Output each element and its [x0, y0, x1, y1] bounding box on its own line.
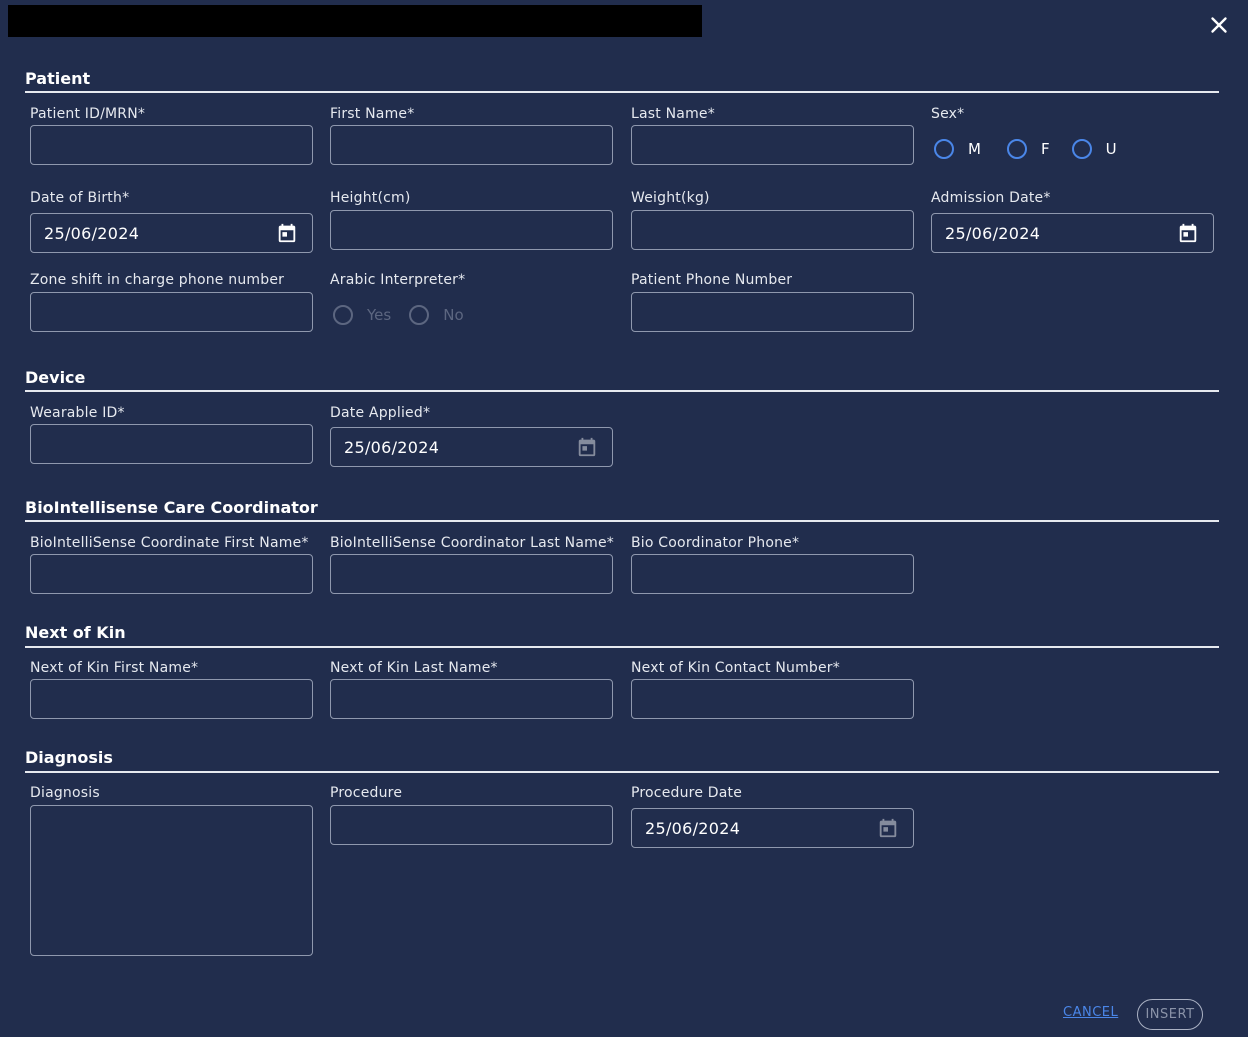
- kin-first-name-label: Next of Kin First Name*: [30, 660, 199, 676]
- date-applied-label: Date Applied*: [330, 405, 431, 421]
- wearable-id-label: Wearable ID*: [30, 405, 125, 421]
- patient-phone-input[interactable]: [631, 292, 914, 332]
- sex-label: Sex*: [931, 106, 965, 122]
- coordinator-phone-input[interactable]: [631, 554, 914, 594]
- dob-date-input[interactable]: 25/06/2024: [30, 213, 313, 253]
- first-name-label: First Name*: [330, 106, 415, 122]
- height-label: Height(cm): [330, 190, 411, 206]
- procedure-date-value: 25/06/2024: [645, 818, 741, 838]
- procedure-date-label: Procedure Date: [631, 785, 743, 801]
- section-title-patient: Patient: [25, 69, 91, 88]
- interpreter-label: Arabic Interpreter*: [330, 272, 466, 288]
- procedure-input[interactable]: [330, 805, 613, 845]
- kin-last-name-input[interactable]: [330, 679, 613, 719]
- sex-radio-m[interactable]: M: [934, 139, 981, 159]
- zone-phone-input[interactable]: [30, 292, 313, 332]
- kin-contact-input[interactable]: [631, 679, 914, 719]
- interpreter-radio-no[interactable]: No: [409, 305, 464, 325]
- coordinator-first-name-label: BioIntelliSense Coordinate First Name*: [30, 535, 309, 551]
- sex-radio-group: M F U: [934, 139, 1135, 159]
- radio-circle: [333, 305, 353, 325]
- last-name-input[interactable]: [631, 125, 914, 165]
- weight-label: Weight(kg): [631, 190, 710, 206]
- section-divider: [25, 771, 1219, 773]
- coordinator-phone-label: Bio Coordinator Phone*: [631, 535, 800, 551]
- admission-date-value: 25/06/2024: [945, 223, 1041, 243]
- radio-circle: [409, 305, 430, 325]
- date-applied-input[interactable]: 25/06/2024: [330, 427, 613, 467]
- first-name-input[interactable]: [330, 125, 613, 165]
- calendar-icon[interactable]: [576, 436, 598, 458]
- admission-date-input[interactable]: 25/06/2024: [931, 213, 1214, 253]
- sex-radio-f[interactable]: F: [1006, 139, 1050, 159]
- patient-id-input[interactable]: [30, 125, 313, 165]
- date-applied-value: 25/06/2024: [344, 437, 440, 457]
- calendar-icon[interactable]: [1177, 222, 1199, 244]
- section-title-kin: Next of Kin: [25, 623, 126, 642]
- close-icon: [1211, 17, 1227, 33]
- calendar-icon[interactable]: [877, 817, 899, 839]
- procedure-label: Procedure: [330, 785, 403, 801]
- section-divider: [25, 390, 1219, 392]
- radio-circle: [1006, 139, 1027, 159]
- radio-circle: [934, 139, 954, 159]
- interpreter-radio-group: Yes No: [333, 305, 482, 325]
- diagnosis-textarea[interactable]: [30, 805, 313, 956]
- section-title-diagnosis: Diagnosis: [25, 748, 113, 767]
- coordinator-first-name-input[interactable]: [30, 554, 313, 594]
- sex-radio-u[interactable]: U: [1071, 139, 1117, 159]
- weight-input[interactable]: [631, 210, 914, 250]
- wearable-id-input[interactable]: [30, 424, 313, 464]
- last-name-label: Last Name*: [631, 106, 715, 122]
- section-divider: [25, 91, 1219, 93]
- patient-phone-label: Patient Phone Number: [631, 272, 793, 288]
- coordinator-last-name-label: BioIntelliSense Coordinator Last Name*: [330, 535, 614, 551]
- calendar-icon[interactable]: [276, 222, 298, 244]
- kin-contact-label: Next of Kin Contact Number*: [631, 660, 840, 676]
- interpreter-radio-yes[interactable]: Yes: [333, 305, 391, 325]
- coordinator-last-name-input[interactable]: [330, 554, 613, 594]
- section-title-device: Device: [25, 368, 86, 387]
- insert-button[interactable]: INSERT: [1137, 999, 1203, 1030]
- section-divider: [25, 520, 1219, 522]
- dob-label: Date of Birth*: [30, 190, 130, 206]
- radio-circle: [1071, 139, 1092, 159]
- patient-id-label: Patient ID/MRN*: [30, 106, 146, 122]
- admission-date-label: Admission Date*: [931, 190, 1051, 206]
- zone-phone-label: Zone shift in charge phone number: [30, 272, 285, 288]
- section-title-coordinator: BioIntellisense Care Coordinator: [25, 498, 318, 517]
- cancel-button[interactable]: CANCEL: [1063, 1005, 1118, 1020]
- kin-last-name-label: Next of Kin Last Name*: [330, 660, 498, 676]
- dob-value: 25/06/2024: [44, 223, 140, 243]
- kin-first-name-input[interactable]: [30, 679, 313, 719]
- close-button[interactable]: [1206, 12, 1232, 38]
- height-input[interactable]: [330, 210, 613, 250]
- procedure-date-input[interactable]: 25/06/2024: [631, 808, 914, 848]
- diagnosis-label: Diagnosis: [30, 785, 100, 801]
- redacted-title-bar: [8, 5, 702, 37]
- section-divider: [25, 646, 1219, 648]
